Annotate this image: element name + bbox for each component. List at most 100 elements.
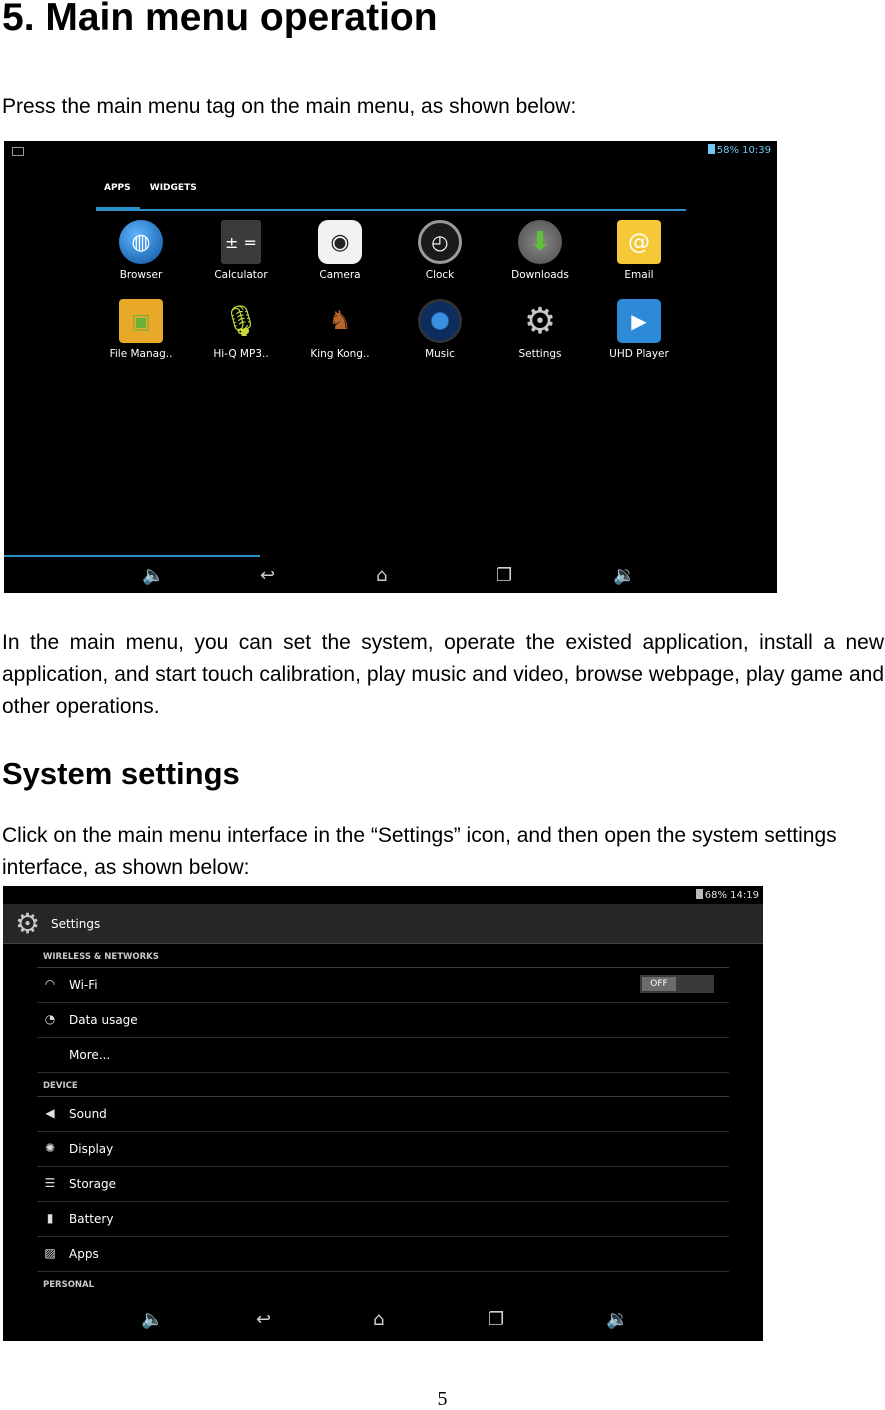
item-label: Display	[69, 1142, 114, 1156]
settings-item-storage[interactable]: ☰ Storage	[37, 1167, 729, 1202]
app-hiq-mp3[interactable]: 🎙 Hi-Q MP3..	[201, 299, 281, 361]
clapper-icon: ▶	[617, 299, 661, 343]
app-label: UHD Player	[609, 348, 669, 360]
settings-item-apps[interactable]: ▨ Apps	[37, 1237, 729, 1272]
volume-up-icon[interactable]: 🔉	[606, 1309, 628, 1330]
tab-divider	[96, 209, 686, 211]
app-label: Downloads	[511, 269, 569, 281]
battery-icon	[707, 144, 715, 154]
app-email[interactable]: @ Email	[599, 220, 679, 281]
app-calculator[interactable]: ± = Calculator	[201, 220, 281, 281]
category-label: PERSONAL	[43, 1280, 95, 1290]
download-icon: ⬇	[518, 220, 562, 264]
recent-apps-icon[interactable]: ❐	[496, 565, 512, 586]
item-label: Sound	[69, 1107, 107, 1121]
settings-screenshot: 68% 14:19 ⚙ Settings WIRELESS & NETWORKS…	[3, 886, 763, 1341]
data-usage-icon: ◔	[44, 1012, 56, 1026]
app-label: King Kong..	[310, 348, 370, 360]
settings-list: WIRELESS & NETWORKS ◠ Wi-Fi OFF ◔ Data u…	[37, 944, 729, 1296]
app-label: Camera	[319, 269, 361, 281]
app-uhd-player[interactable]: ▶ UHD Player	[599, 299, 679, 360]
home-icon[interactable]: ⌂	[373, 1309, 384, 1330]
speaker-icon	[418, 299, 462, 343]
calculator-icon: ± =	[221, 220, 261, 264]
app-label: Email	[624, 269, 654, 281]
home-icon[interactable]: ⌂	[376, 565, 387, 586]
section-heading: System settings	[2, 756, 240, 791]
microphone-icon: 🎙	[221, 303, 261, 339]
app-file-manager[interactable]: ▣ File Manag..	[101, 299, 181, 360]
app-downloads[interactable]: ⬇ Downloads	[500, 220, 580, 281]
settings-item-battery[interactable]: ▮ Battery	[37, 1202, 729, 1237]
folder-icon: ▣	[119, 299, 163, 343]
status-right: 68% 14:19	[695, 889, 759, 901]
app-browser[interactable]: ◍ Browser	[101, 220, 181, 281]
settings-item-sound[interactable]: ◀ Sound	[37, 1097, 729, 1132]
settings-paragraph: Click on the main menu interface in the …	[2, 824, 837, 879]
camera-icon: ◉	[318, 220, 362, 264]
gear-icon: ⚙	[523, 300, 557, 342]
item-label: Data usage	[69, 1013, 138, 1027]
drawer-tabs: APPS WIDGETS	[104, 183, 213, 193]
app-clock[interactable]: ◴ Clock	[400, 220, 480, 281]
back-icon[interactable]: ↩	[256, 1309, 271, 1330]
toggle-label: OFF	[642, 977, 676, 991]
battery-clock-text: 58% 10:39	[716, 145, 771, 156]
app-label: File Manag..	[109, 348, 173, 360]
category-label: WIRELESS & NETWORKS	[43, 952, 159, 962]
page-number: 5	[437, 1388, 448, 1410]
item-label: Storage	[69, 1177, 116, 1191]
app-drawer-screenshot: 58% 10:39 APPS WIDGETS ◍ Browser ± = Cal…	[4, 141, 777, 593]
app-label: Settings	[518, 348, 562, 360]
sound-icon: ◀	[45, 1106, 55, 1120]
volume-down-icon[interactable]: 🔈	[142, 565, 164, 586]
settings-item-wifi[interactable]: ◠ Wi-Fi OFF	[37, 968, 729, 1003]
gallery-notification-icon	[12, 147, 24, 156]
status-bar: 58% 10:39	[4, 141, 777, 161]
clock-icon: ◴	[418, 220, 462, 264]
app-label: Hi-Q MP3..	[213, 348, 269, 360]
volume-up-icon[interactable]: 🔉	[613, 565, 635, 586]
app-label: Music	[425, 348, 455, 360]
battery-settings-icon: ▮	[46, 1211, 54, 1225]
category-device: DEVICE	[37, 1073, 729, 1097]
action-bar-title: Settings	[51, 917, 101, 931]
navigation-bar: 🔈 ↩ ⌂ ❐ 🔉	[3, 1301, 763, 1341]
email-icon: @	[617, 220, 661, 264]
app-label: Calculator	[214, 269, 268, 281]
storage-icon: ☰	[44, 1176, 56, 1190]
globe-icon: ◍	[119, 220, 163, 264]
description-paragraph: In the main menu, you can set the system…	[2, 631, 884, 718]
volume-down-icon[interactable]: 🔈	[141, 1309, 163, 1330]
tab-widgets[interactable]: WIDGETS	[150, 183, 197, 193]
app-label: Clock	[425, 269, 455, 281]
category-wireless: WIRELESS & NETWORKS	[37, 944, 729, 968]
item-label: Battery	[69, 1212, 114, 1226]
wifi-icon: ◠	[44, 977, 56, 991]
game-icon: ♞	[328, 306, 352, 336]
navigation-bar: 🔈 ↩ ⌂ ❐ 🔉	[4, 557, 777, 593]
recent-apps-icon[interactable]: ❐	[488, 1309, 504, 1330]
page-title: 5. Main menu operation	[2, 0, 438, 39]
intro-paragraph: Press the main menu tag on the main menu…	[2, 95, 577, 118]
status-bar: 68% 14:19	[3, 886, 763, 904]
app-settings[interactable]: ⚙ Settings	[500, 299, 580, 361]
app-king-kong[interactable]: ♞ King Kong..	[300, 299, 380, 360]
wifi-toggle[interactable]: OFF	[640, 975, 714, 993]
display-icon: ✺	[44, 1141, 56, 1155]
action-bar: ⚙ Settings	[3, 904, 763, 944]
battery-icon	[695, 889, 703, 899]
status-right: 58% 10:39	[707, 144, 771, 156]
battery-clock-text: 68% 14:19	[704, 890, 759, 901]
category-personal: PERSONAL	[37, 1272, 729, 1296]
app-label: Browser	[119, 269, 163, 281]
tab-apps[interactable]: APPS	[104, 183, 131, 193]
back-icon[interactable]: ↩	[260, 565, 275, 586]
app-camera[interactable]: ◉ Camera	[300, 220, 380, 281]
settings-item-data-usage[interactable]: ◔ Data usage	[37, 1003, 729, 1038]
item-label: More...	[69, 1048, 111, 1062]
settings-item-more[interactable]: More...	[37, 1038, 729, 1073]
settings-gear-icon[interactable]: ⚙	[15, 908, 40, 940]
app-music[interactable]: Music	[400, 299, 480, 360]
settings-item-display[interactable]: ✺ Display	[37, 1132, 729, 1167]
